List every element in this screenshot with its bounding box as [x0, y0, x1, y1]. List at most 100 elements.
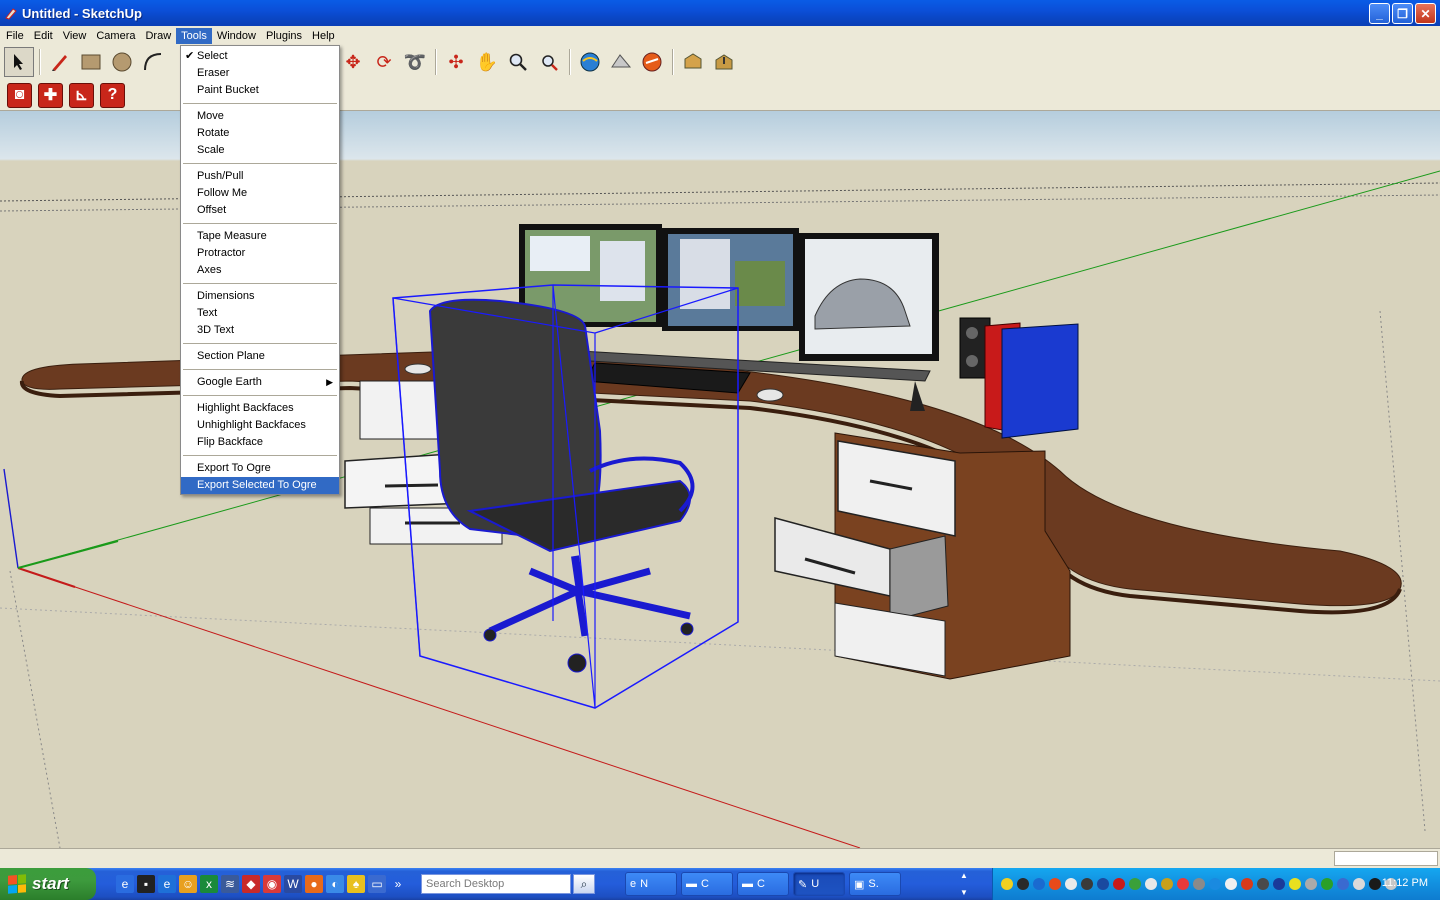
- menu-item-move[interactable]: Move: [181, 108, 339, 125]
- taskbar-button-c2[interactable]: ▬ C: [737, 872, 789, 896]
- word-icon[interactable]: W: [284, 875, 302, 893]
- get-current-view-button[interactable]: [575, 47, 605, 77]
- tray-icon[interactable]: [1241, 878, 1253, 890]
- menu-item-select[interactable]: ✔ Select: [181, 48, 339, 65]
- pan-tool-button[interactable]: ✋: [472, 47, 502, 77]
- menu-file[interactable]: File: [1, 28, 29, 44]
- tray-icon[interactable]: [1289, 878, 1301, 890]
- menu-item-export-to-ogre[interactable]: Export To Ogre: [181, 460, 339, 477]
- menu-item-flip-backface[interactable]: Flip Backface: [181, 434, 339, 451]
- app-icon[interactable]: ♠: [347, 875, 365, 893]
- messenger-icon[interactable]: ☺: [179, 875, 197, 893]
- menu-item-3d-text[interactable]: 3D Text: [181, 322, 339, 339]
- rectangle-tool-button[interactable]: [76, 47, 106, 77]
- search-button[interactable]: ⌕: [573, 874, 595, 894]
- toggle-terrain-button[interactable]: [606, 47, 636, 77]
- minimize-button[interactable]: _: [1369, 3, 1390, 24]
- tray-icon[interactable]: [1337, 878, 1349, 890]
- chevron-right-icon[interactable]: »: [389, 875, 407, 893]
- tray-icon[interactable]: [1129, 878, 1141, 890]
- window-title-bar[interactable]: Untitled - SketchUp _ ❐ ✕: [0, 0, 1440, 26]
- network-icon[interactable]: ≋: [221, 875, 239, 893]
- command-prompt-icon[interactable]: ▪: [137, 875, 155, 893]
- move-tool-button[interactable]: ✥: [338, 47, 368, 77]
- menu-draw[interactable]: Draw: [140, 28, 176, 44]
- tray-icon[interactable]: [1321, 878, 1333, 890]
- follow-me-tool-button[interactable]: ➰: [400, 47, 430, 77]
- help-plugin-button[interactable]: ?: [100, 82, 125, 108]
- excel-icon[interactable]: x: [200, 875, 218, 893]
- menu-view[interactable]: View: [58, 28, 92, 44]
- menu-item-follow-me[interactable]: Follow Me: [181, 185, 339, 202]
- add-plugin-button[interactable]: ✚: [38, 82, 63, 108]
- tray-icon[interactable]: [1113, 878, 1125, 890]
- menu-item-push-pull[interactable]: Push/Pull: [181, 168, 339, 185]
- ruler-plugin-button[interactable]: ⊾: [69, 82, 94, 108]
- arc-tool-button[interactable]: [138, 47, 168, 77]
- menu-item-section-plane[interactable]: Section Plane: [181, 348, 339, 365]
- place-model-button[interactable]: [637, 47, 667, 77]
- menu-item-paint-bucket[interactable]: Paint Bucket: [181, 82, 339, 99]
- camera-plugin-button[interactable]: ◙: [7, 82, 32, 108]
- app-icon[interactable]: ◉: [263, 875, 281, 893]
- orbit-tool-button[interactable]: ✣: [441, 47, 471, 77]
- tray-icon[interactable]: [1065, 878, 1077, 890]
- close-button[interactable]: ✕: [1415, 3, 1436, 24]
- maximize-button[interactable]: ❐: [1392, 3, 1413, 24]
- menu-item-export-selected-to-ogre[interactable]: Export Selected To Ogre: [181, 477, 339, 494]
- menu-item-tape-measure[interactable]: Tape Measure: [181, 228, 339, 245]
- tray-icon[interactable]: [1145, 878, 1157, 890]
- menu-item-unhighlight-backfaces[interactable]: Unhighlight Backfaces: [181, 417, 339, 434]
- desktop-search-input[interactable]: Search Desktop: [421, 874, 571, 894]
- share-model-button[interactable]: [709, 47, 739, 77]
- firefox-icon[interactable]: ●: [305, 875, 323, 893]
- menu-item-axes[interactable]: Axes: [181, 262, 339, 279]
- tray-icon[interactable]: [1001, 878, 1013, 890]
- tray-icon[interactable]: [1305, 878, 1317, 890]
- menu-window[interactable]: Window: [212, 28, 261, 44]
- app-icon[interactable]: ◐: [326, 875, 344, 893]
- menu-item-dimensions[interactable]: Dimensions: [181, 288, 339, 305]
- menu-item-rotate[interactable]: Rotate: [181, 125, 339, 142]
- select-tool-button[interactable]: [4, 47, 34, 77]
- tray-icon[interactable]: [1033, 878, 1045, 890]
- app-icon[interactable]: ◆: [242, 875, 260, 893]
- tray-icon[interactable]: [1369, 878, 1381, 890]
- tray-icon[interactable]: [1097, 878, 1109, 890]
- zoom-tool-button[interactable]: [503, 47, 533, 77]
- ie-icon[interactable]: e: [116, 875, 134, 893]
- tray-icon[interactable]: [1273, 878, 1285, 890]
- tray-icon[interactable]: [1017, 878, 1029, 890]
- menu-item-highlight-backfaces[interactable]: Highlight Backfaces: [181, 400, 339, 417]
- taskbar-scroll[interactable]: ▲ ▼: [956, 871, 972, 897]
- menu-item-protractor[interactable]: Protractor: [181, 245, 339, 262]
- rotate-tool-button[interactable]: ⟳: [369, 47, 399, 77]
- tray-icon[interactable]: [1353, 878, 1365, 890]
- tray-icon[interactable]: [1225, 878, 1237, 890]
- measurements-box[interactable]: [1334, 851, 1438, 866]
- tray-icon[interactable]: [1177, 878, 1189, 890]
- clock[interactable]: 11:12 PM: [1382, 877, 1428, 889]
- menu-camera[interactable]: Camera: [91, 28, 140, 44]
- tray-icon[interactable]: [1257, 878, 1269, 890]
- tray-icon[interactable]: [1161, 878, 1173, 890]
- browser-icon[interactable]: e: [158, 875, 176, 893]
- menu-item-google-earth[interactable]: Google Earth ▶: [181, 374, 339, 391]
- tray-icon[interactable]: [1081, 878, 1093, 890]
- pencil-tool-button[interactable]: [45, 47, 75, 77]
- menu-item-offset[interactable]: Offset: [181, 202, 339, 219]
- menu-edit[interactable]: Edit: [29, 28, 58, 44]
- desktop-icon[interactable]: ▭: [368, 875, 386, 893]
- taskbar-button-s[interactable]: ▣ S.: [849, 872, 901, 896]
- taskbar-button-c1[interactable]: ▬ C: [681, 872, 733, 896]
- taskbar-button-n[interactable]: eN: [625, 872, 677, 896]
- tray-icon[interactable]: [1209, 878, 1221, 890]
- get-models-button[interactable]: [678, 47, 708, 77]
- menu-plugins[interactable]: Plugins: [261, 28, 307, 44]
- tray-icon[interactable]: [1049, 878, 1061, 890]
- tray-icon[interactable]: [1193, 878, 1205, 890]
- taskbar-button-u[interactable]: ✎ U: [793, 872, 845, 896]
- menu-help[interactable]: Help: [307, 28, 340, 44]
- menu-item-eraser[interactable]: Eraser: [181, 65, 339, 82]
- circle-tool-button[interactable]: [107, 47, 137, 77]
